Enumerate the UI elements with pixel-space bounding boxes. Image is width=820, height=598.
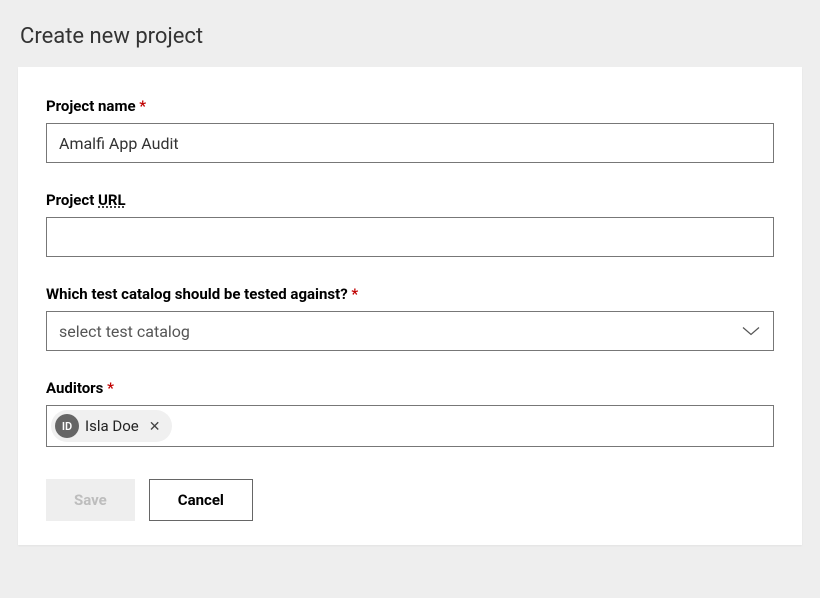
label-text: Which test catalog should be tested agai… [46, 285, 348, 303]
project-name-input[interactable] [46, 123, 774, 163]
label-text: Auditors [46, 379, 103, 397]
save-button[interactable]: Save [46, 479, 135, 521]
page-title: Create new project [0, 0, 820, 67]
required-asterisk: * [139, 97, 146, 115]
test-catalog-group: Which test catalog should be tested agai… [46, 285, 774, 351]
label-prefix: Project [46, 191, 98, 209]
remove-chip-button[interactable]: ✕ [145, 416, 165, 437]
button-row: Save Cancel [46, 479, 774, 521]
project-url-input[interactable] [46, 217, 774, 257]
close-icon: ✕ [149, 418, 161, 435]
project-url-label: Project URL [46, 191, 774, 209]
required-asterisk: * [107, 379, 114, 397]
auditors-input[interactable]: ID Isla Doe ✕ [46, 405, 774, 447]
required-asterisk: * [351, 285, 358, 303]
test-catalog-select[interactable]: select test catalog [46, 311, 774, 351]
test-catalog-label: Which test catalog should be tested agai… [46, 285, 774, 303]
label-text: Project name [46, 97, 136, 115]
form-card: Project name * Project URL Which test ca… [18, 67, 802, 545]
project-url-group: Project URL [46, 191, 774, 257]
auditor-name: Isla Doe [85, 417, 139, 435]
test-catalog-select-wrapper: select test catalog [46, 311, 774, 351]
auditors-label: Auditors * [46, 379, 774, 397]
cancel-button[interactable]: Cancel [149, 479, 253, 521]
project-name-group: Project name * [46, 97, 774, 163]
url-abbr: URL [98, 191, 126, 209]
auditors-group: Auditors * ID Isla Doe ✕ [46, 379, 774, 447]
auditor-chip: ID Isla Doe ✕ [51, 410, 172, 442]
avatar: ID [55, 414, 79, 438]
project-name-label: Project name * [46, 97, 774, 115]
